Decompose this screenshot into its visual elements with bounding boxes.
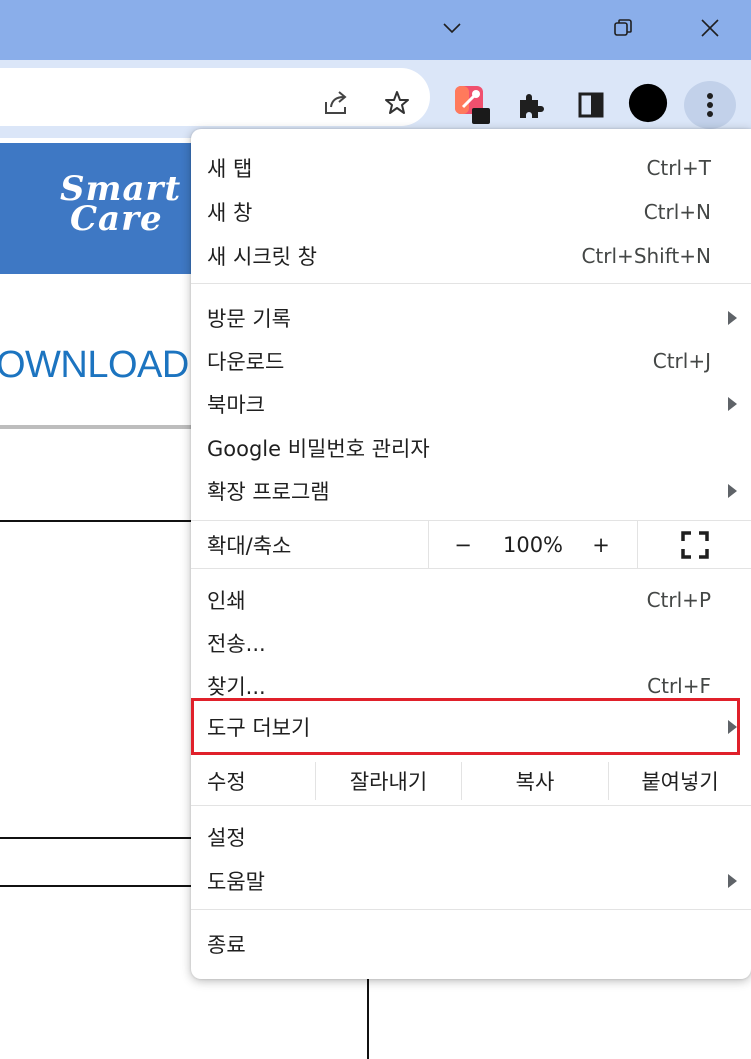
profile-avatar[interactable]: [628, 83, 668, 123]
menu-item-settings[interactable]: 설정: [191, 815, 751, 858]
menu-item-label: 확장 프로그램: [207, 479, 330, 504]
restore-icon[interactable]: [603, 8, 643, 48]
zoom-label: 확대/축소: [207, 533, 292, 558]
menu-item-label: 새 창: [207, 200, 253, 225]
menu-item-label: 인쇄: [207, 588, 246, 613]
menu-item-label: 북마크: [207, 392, 265, 417]
eyedropper-extension-icon[interactable]: [450, 82, 490, 124]
menu-item-print[interactable]: 인쇄 Ctrl+P: [191, 578, 751, 621]
zoom-out-button[interactable]: −: [435, 521, 491, 568]
menu-item-downloads[interactable]: 다운로드 Ctrl+J: [191, 339, 751, 382]
puzzle-icon[interactable]: [511, 85, 551, 125]
edit-row: 수정 잘라내기 복사 붙여넣기: [191, 758, 751, 804]
menu-item-incognito[interactable]: 새 시크릿 창 Ctrl+Shift+N: [191, 234, 751, 277]
submenu-arrow-icon: [728, 396, 737, 411]
menu-item-label: 전송...: [207, 631, 266, 656]
copy-button[interactable]: 복사: [462, 758, 608, 804]
edit-label: 수정: [207, 770, 246, 794]
menu-separator: [191, 909, 751, 910]
menu-vertical-separator: [428, 521, 429, 568]
menu-item-label: 방문 기록: [207, 306, 291, 331]
submenu-arrow-icon: [728, 483, 737, 498]
site-logo[interactable]: Smart Care: [60, 172, 181, 236]
menu-item-new-window[interactable]: 새 창 Ctrl+N: [191, 190, 751, 233]
chrome-main-menu: 새 탭 Ctrl+T 새 창 Ctrl+N 새 시크릿 창 Ctrl+Shift…: [191, 129, 751, 979]
menu-item-password-manager[interactable]: Google 비밀번호 관리자: [191, 426, 751, 469]
more-tools-highlight-box: [191, 698, 740, 755]
menu-item-extensions[interactable]: 확장 프로그램: [191, 469, 751, 512]
menu-item-new-tab[interactable]: 새 탭 Ctrl+T: [191, 146, 751, 189]
download-link[interactable]: OWNLOAD: [0, 344, 189, 387]
menu-item-label: 찾기...: [207, 674, 266, 699]
fullscreen-icon[interactable]: [667, 521, 723, 568]
submenu-arrow-icon: [728, 873, 737, 888]
submenu-arrow-icon: [728, 310, 737, 325]
zoom-row: 확대/축소 − 100% +: [191, 521, 751, 568]
zoom-in-button[interactable]: +: [575, 521, 627, 568]
menu-item-shortcut: Ctrl+J: [652, 348, 711, 373]
page-divider: [367, 978, 369, 1059]
menu-item-label: Google 비밀번호 관리자: [207, 436, 430, 461]
menu-item-shortcut: Ctrl+N: [643, 199, 711, 224]
title-bar: [0, 0, 751, 60]
menu-item-label: 새 시크릿 창: [207, 244, 317, 269]
menu-item-help[interactable]: 도움말: [191, 859, 751, 902]
kebab-menu-icon[interactable]: [684, 81, 736, 129]
page-divider: [0, 837, 195, 839]
address-bar[interactable]: [0, 68, 430, 126]
star-icon[interactable]: [377, 83, 417, 123]
page-divider: [0, 885, 195, 887]
menu-item-shortcut: Ctrl+T: [646, 155, 711, 180]
menu-separator: [191, 283, 751, 284]
menu-vertical-separator: [637, 521, 638, 568]
share-icon[interactable]: [317, 83, 357, 123]
menu-item-shortcut: Ctrl+P: [646, 587, 711, 612]
zoom-level: 100%: [502, 532, 564, 557]
menu-item-exit[interactable]: 종료: [191, 922, 751, 965]
menu-item-history[interactable]: 방문 기록: [191, 296, 751, 339]
menu-item-label: 다운로드: [207, 349, 285, 374]
menu-item-label: 종료: [207, 932, 246, 957]
page-divider: [0, 520, 195, 522]
download-underline: [0, 425, 200, 429]
menu-item-bookmarks[interactable]: 북마크: [191, 382, 751, 425]
menu-item-label: 도움말: [207, 869, 265, 894]
close-icon[interactable]: [690, 8, 730, 48]
menu-item-cast[interactable]: 전송...: [191, 621, 751, 664]
paste-button[interactable]: 붙여넣기: [609, 758, 751, 804]
cut-button[interactable]: 잘라내기: [316, 758, 461, 804]
side-panel-icon[interactable]: [571, 85, 611, 125]
menu-item-label: 설정: [207, 825, 246, 850]
browser-toolbar: [0, 60, 751, 138]
menu-item-shortcut: Ctrl+Shift+N: [581, 243, 711, 268]
menu-separator: [191, 568, 751, 569]
menu-separator: [191, 805, 751, 806]
menu-item-shortcut: Ctrl+F: [647, 673, 711, 698]
tab-search-chevron-icon[interactable]: [432, 8, 472, 48]
menu-item-label: 새 탭: [207, 156, 253, 181]
